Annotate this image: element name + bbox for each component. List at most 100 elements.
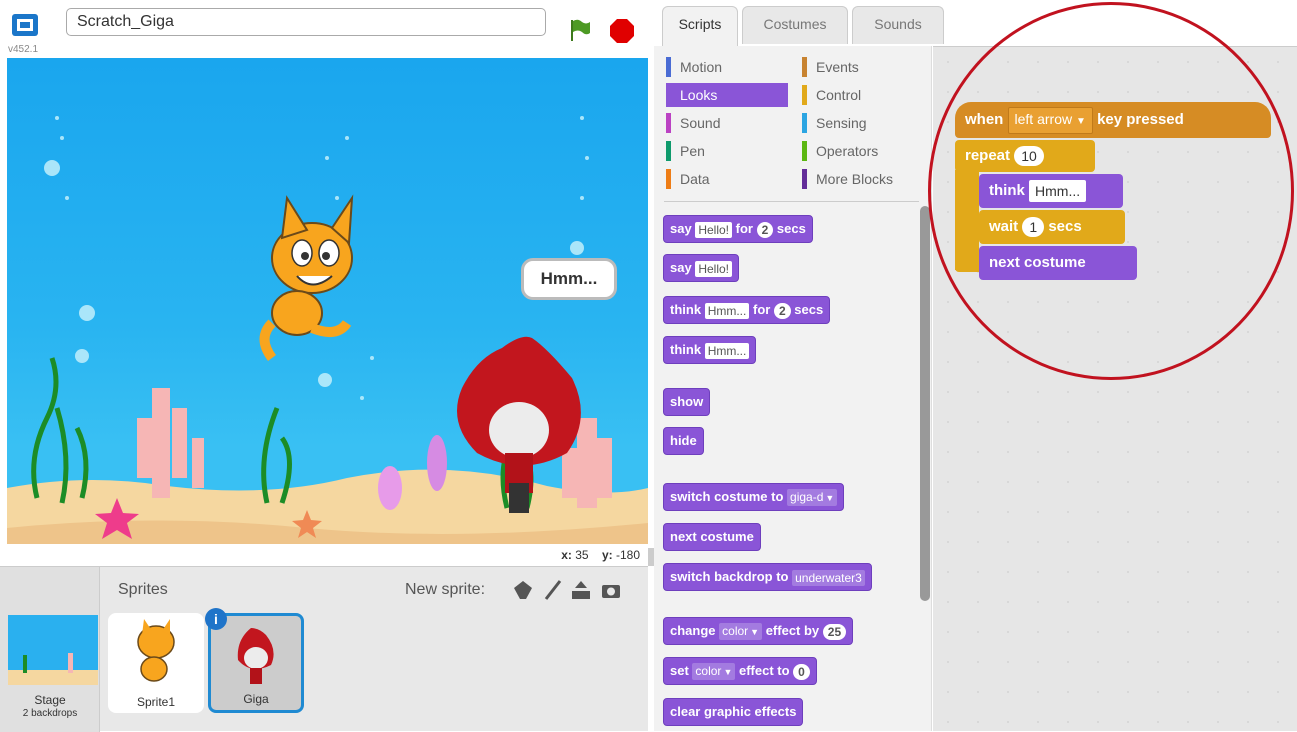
number-slot[interactable]: 2 [773,302,791,319]
category-events[interactable]: Events [802,55,859,79]
category-looks[interactable]: Looks [666,83,788,107]
tab-sounds[interactable]: Sounds [852,6,944,44]
sprite-name: Giga [243,692,269,706]
tab-scripts[interactable]: Scripts [662,6,738,46]
block-say-for-secs[interactable]: say Hello! for 2 secs [663,215,813,243]
wait-block[interactable]: wait 1 secs [979,210,1125,244]
number-slot[interactable]: 1 [1022,217,1045,238]
fullscreen-icon[interactable] [12,14,38,36]
block-hide[interactable]: hide [663,427,704,455]
number-slot[interactable]: 2 [756,221,774,238]
effect-dropdown[interactable]: color ▼ [692,663,736,681]
number-slot[interactable]: 25 [822,623,847,640]
category-label: Motion [680,59,723,75]
block-think[interactable]: think Hmm... [663,336,757,364]
block-switch-backdrop[interactable]: switch backdrop to underwater3 [663,563,872,591]
project-title-input[interactable]: Scratch_Giga [66,8,546,36]
text-slot[interactable]: Hello! [695,221,733,238]
block-switch-costume[interactable]: switch costume to giga-d ▼ [663,483,845,511]
when-key-pressed-block[interactable]: when left arrow ▼ key pressed [955,102,1271,138]
stage-label: Stage [34,693,66,707]
block-text: for [735,221,753,236]
number-slot[interactable]: 0 [793,663,810,680]
category-swatch [802,85,807,105]
text-slot[interactable]: Hmm... [704,342,750,359]
x-value: 35 [575,548,589,562]
green-flag-icon[interactable] [568,18,592,47]
version-label: v452.1 [8,44,39,55]
upload-icon[interactable] [570,579,592,601]
category-swatch [802,141,807,161]
think-bubble: Hmm... [521,258,617,300]
category-swatch [666,57,671,77]
block-text: say [670,260,692,275]
stop-icon[interactable] [609,18,635,49]
block-text: set [670,663,689,678]
repeat-header[interactable]: repeat 10 [955,140,1095,172]
block-set-effect[interactable]: set color ▼ effect to 0 [663,657,817,685]
category-swatch [802,169,807,189]
category-pen[interactable]: Pen [666,139,705,163]
text-slot[interactable]: Hmm... [1029,180,1087,203]
dropdown-arrow-icon: ▼ [723,667,733,678]
category-motion[interactable]: Motion [666,55,722,79]
block-text: think [670,342,702,357]
category-swatch [666,113,671,133]
block-text: switch costume to [670,489,784,504]
stage-thumbnail[interactable] [8,615,98,685]
script-area[interactable]: when left arrow ▼ key pressed repeat 10 … [933,46,1297,731]
category-swatch [802,57,807,77]
x-label: x: [561,548,572,562]
think-block[interactable]: think Hmm... [979,174,1123,208]
mouse-coords: x: 35 y: -180 [480,548,640,562]
key-dropdown[interactable]: left arrow ▼ [1007,106,1093,134]
dropdown-value: giga-d [790,490,824,505]
block-text: switch backdrop to [670,569,789,584]
block-change-effect[interactable]: change color ▼ effect by 25 [663,617,854,645]
block-text: change [670,623,716,638]
dropdown-arrow-icon: ▼ [750,627,760,638]
camera-icon[interactable] [600,579,622,601]
block-say[interactable]: say Hello! [663,254,740,282]
category-label: Operators [816,143,879,159]
category-label: Sound [680,115,721,131]
sprite-tile-sprite1[interactable]: Sprite1 [108,613,204,713]
block-text: say [670,221,692,236]
category-data[interactable]: Data [666,167,710,191]
next-costume-block[interactable]: next costume [979,246,1137,280]
block-palette: Motion Looks Sound Pen Data Events Contr… [654,46,932,731]
repeat-arm [955,170,979,270]
stage-canvas[interactable]: Hmm... [7,58,648,544]
tab-costumes[interactable]: Costumes [742,6,848,44]
dropdown-value: color [722,624,749,639]
stage-selector[interactable]: Stage 2 backdrops [0,567,100,732]
block-text: repeat [965,147,1011,164]
backdrop-dropdown[interactable]: underwater3 [792,569,865,586]
text-slot[interactable]: Hello! [695,260,733,277]
category-label: Looks [680,87,718,103]
block-next-costume[interactable]: next costume [663,523,761,551]
palette-scrollbar[interactable] [920,206,930,601]
category-sensing[interactable]: Sensing [802,111,867,135]
category-more-blocks[interactable]: More Blocks [802,167,893,191]
category-label: Control [816,87,862,103]
category-operators[interactable]: Operators [802,139,878,163]
effect-dropdown[interactable]: color ▼ [719,623,763,641]
paint-brush-icon[interactable] [542,579,564,601]
block-text: think [989,182,1025,199]
block-think-for-secs[interactable]: think Hmm... for 2 secs [663,296,831,324]
editor-tabs: Scripts Costumes Sounds [654,0,1297,46]
block-clear-effects[interactable]: clear graphic effects [663,698,804,726]
info-icon[interactable]: i [205,608,227,630]
block-text: secs [1048,218,1082,235]
repeat-block[interactable]: repeat 10 think Hmm... wait 1 secs next … [955,140,1137,280]
block-show[interactable]: show [663,388,711,416]
costume-dropdown[interactable]: giga-d ▼ [787,489,838,507]
number-slot[interactable]: 10 [1014,146,1044,167]
text-slot[interactable]: Hmm... [704,302,750,319]
sprite-tile-giga[interactable]: i Giga [205,608,304,713]
sprite-library-icon[interactable] [512,579,534,601]
category-sound[interactable]: Sound [666,111,720,135]
category-control[interactable]: Control [802,83,861,107]
block-text: secs [794,302,824,317]
